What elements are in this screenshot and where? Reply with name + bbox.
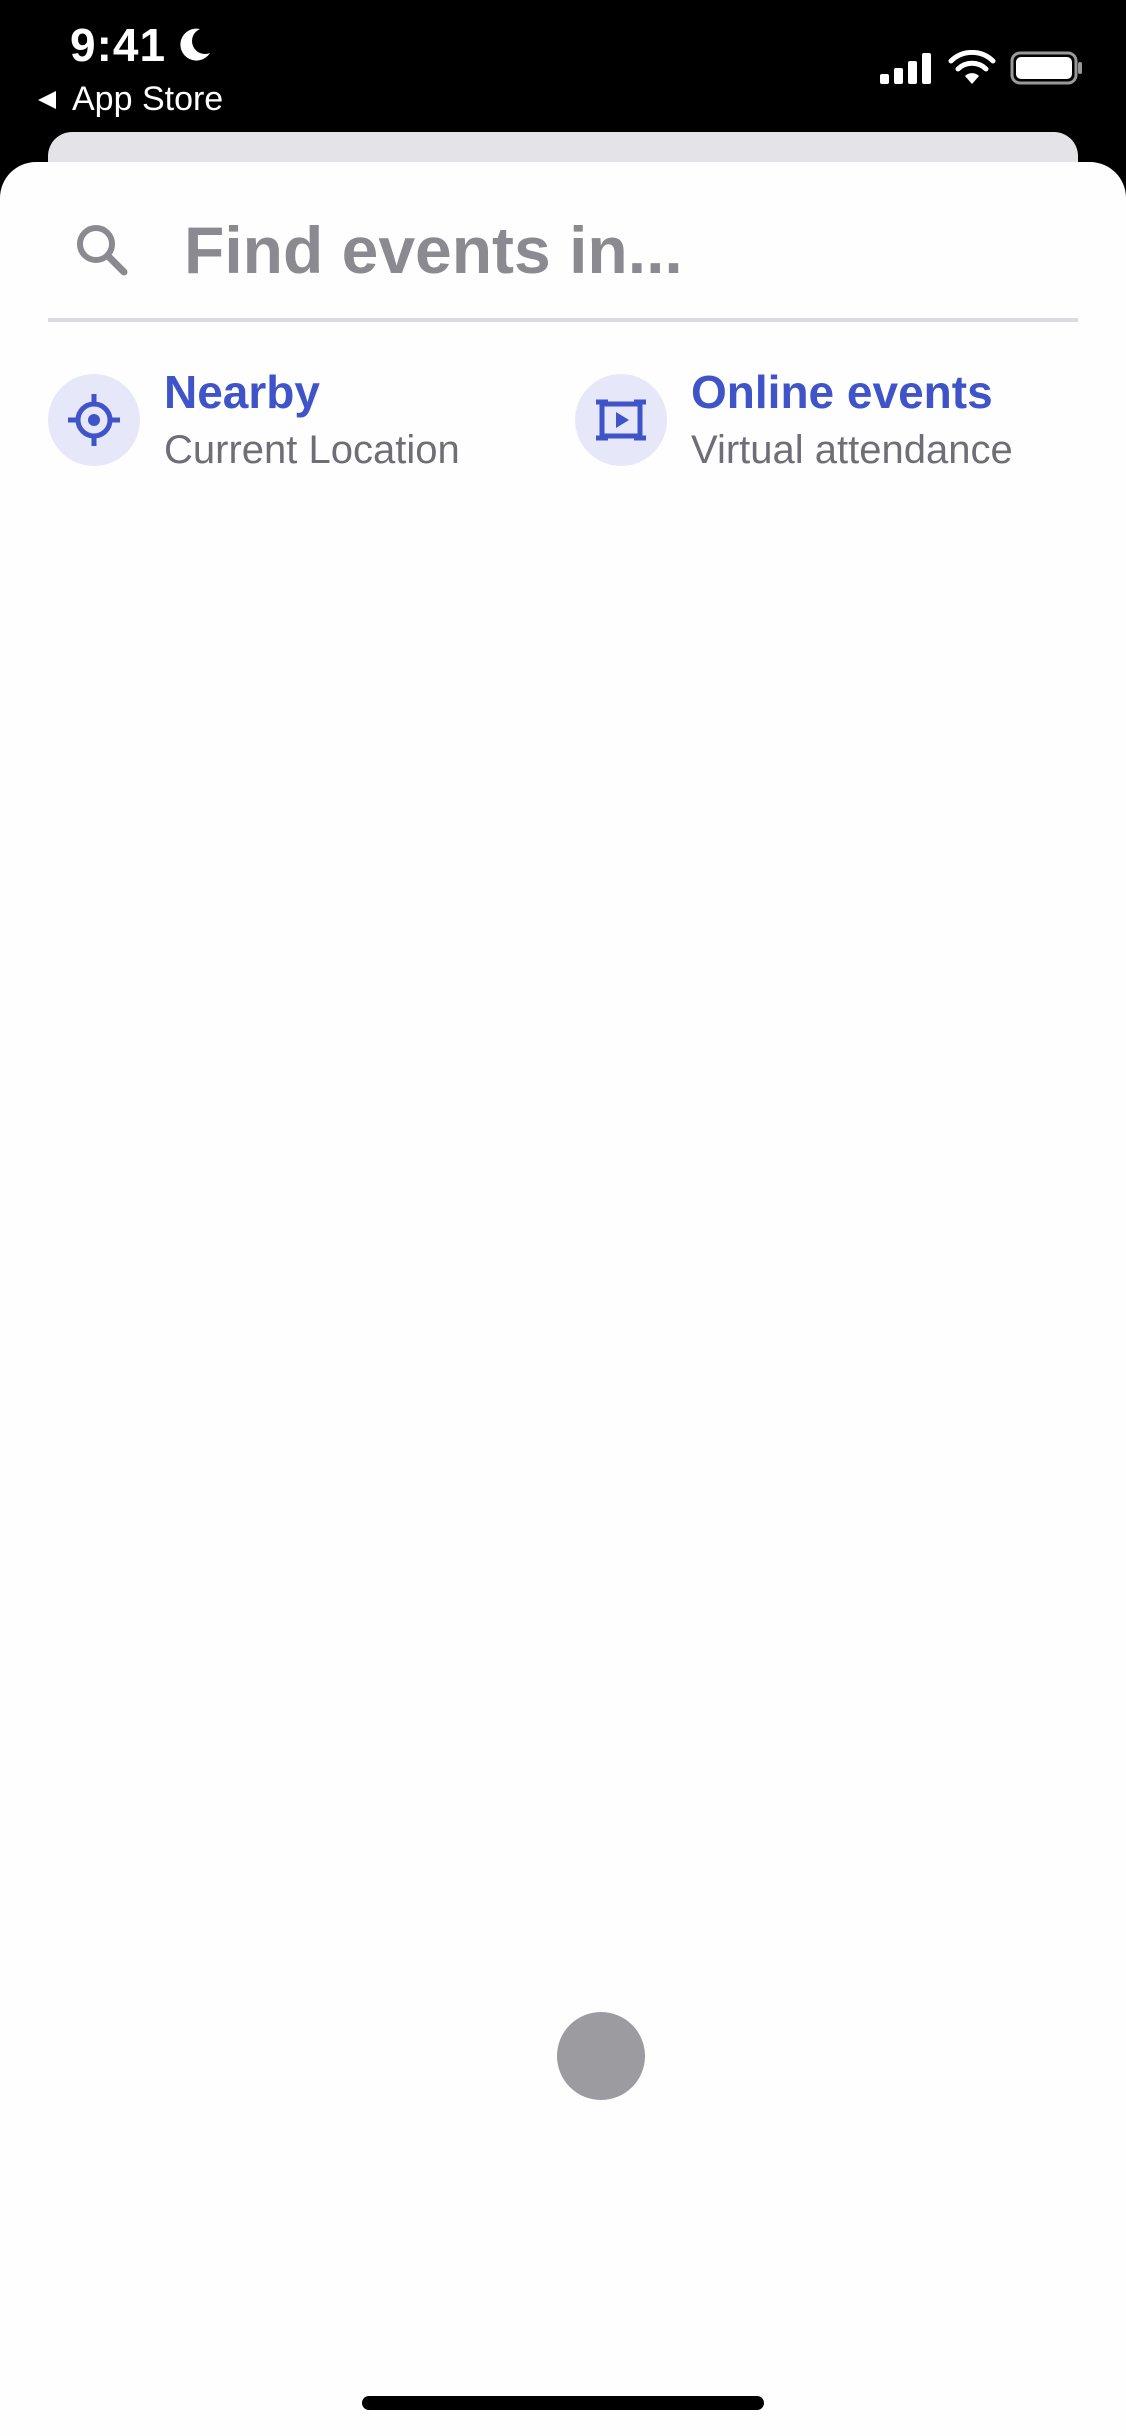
wifi-icon — [948, 50, 996, 84]
online-events-text: Online events Virtual attendance — [691, 364, 1013, 476]
online-events-subtitle: Virtual attendance — [691, 428, 1013, 472]
nearby-option[interactable]: Nearby Current Location — [48, 360, 460, 480]
nearby-text: Nearby Current Location — [164, 364, 460, 476]
online-events-icon-circle — [575, 374, 667, 466]
status-icons — [880, 50, 1084, 86]
battery-icon — [1010, 51, 1082, 85]
status-time: 9:41 — [70, 18, 214, 72]
signal-icon — [880, 53, 931, 84]
back-link-label: App Store — [72, 80, 224, 118]
online-events-title: Online events — [691, 366, 993, 418]
nearby-subtitle: Current Location — [164, 428, 460, 472]
search-input[interactable] — [184, 212, 1004, 288]
location-sheet — [0, 162, 1126, 2436]
video-frame-icon — [596, 399, 646, 441]
home-indicator[interactable] — [362, 2396, 764, 2410]
status-time-text: 9:41 — [70, 19, 167, 71]
search-bar[interactable] — [48, 180, 1078, 320]
nearby-icon-circle — [48, 374, 140, 466]
status-bar: 9:41 App Store — [0, 0, 1126, 130]
loading-indicator — [557, 2012, 645, 2100]
search-divider — [48, 318, 1078, 322]
crosshair-icon — [68, 394, 120, 446]
search-icon — [77, 225, 128, 276]
nearby-title: Nearby — [164, 366, 320, 418]
back-triangle-icon — [38, 90, 56, 109]
online-events-option[interactable]: Online events Virtual attendance — [575, 360, 1013, 480]
back-to-app-store-link[interactable]: App Store — [36, 80, 223, 119]
moon-icon — [180, 28, 211, 61]
